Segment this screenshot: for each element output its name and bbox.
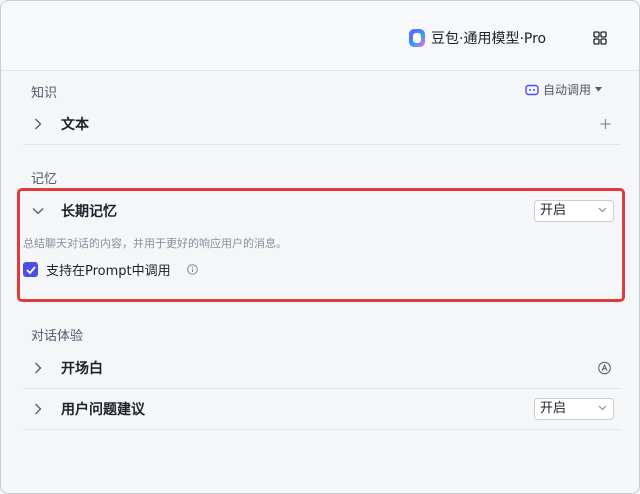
plus-icon[interactable] [600, 119, 611, 130]
long-term-memory-row[interactable]: 长期记忆 [23, 191, 621, 231]
divider [23, 144, 621, 145]
chevron-down-icon [598, 405, 607, 411]
app-frame: 豆包·通用模型·Pro 知识 自动调用 文本 记忆 长期记忆 开启 总结聊天对话… [0, 0, 640, 494]
chevron-down-icon [31, 204, 45, 218]
opening-remarks-row[interactable]: 开场白 [23, 348, 621, 388]
doubao-logo-icon [409, 29, 425, 47]
question-suggestions-label: 用户问题建议 [61, 402, 145, 418]
prompt-invoke-label: 支持在Prompt中调用 [46, 264, 171, 279]
select-value: 开启 [540, 203, 567, 218]
robot-icon [525, 84, 539, 95]
top-bar: 豆包·通用模型·Pro [1, 1, 639, 71]
long-term-memory-description: 总结聊天对话的内容，并用于更好的响应用户的消息。 [23, 237, 287, 250]
model-selector[interactable]: 豆包·通用模型·Pro [409, 28, 546, 48]
chevron-right-icon [31, 117, 45, 131]
info-icon[interactable] [186, 264, 198, 275]
auto-call-label: 自动调用 [543, 83, 592, 97]
section-title-knowledge: 知识 [31, 86, 58, 101]
auto-call-dropdown[interactable]: 自动调用 [525, 81, 603, 98]
caret-down-icon [595, 87, 603, 92]
chevron-right-icon [31, 361, 45, 375]
check-icon [25, 265, 36, 274]
prompt-invoke-checkbox[interactable] [23, 262, 38, 277]
prompt-invoke-option: 支持在Prompt中调用 [23, 260, 198, 279]
chevron-right-icon [31, 402, 45, 416]
settings-panel: 知识 自动调用 文本 记忆 长期记忆 开启 总结聊天对话的内容，并用于更好的响应… [1, 72, 639, 493]
apps-grid-icon[interactable] [593, 31, 607, 45]
section-title-experience: 对话体验 [31, 329, 84, 344]
question-suggestions-row[interactable]: 用户问题建议 [23, 389, 621, 429]
opening-remarks-label: 开场白 [61, 361, 103, 377]
model-name: 豆包·通用模型·Pro [431, 31, 547, 47]
auto-a-icon[interactable] [598, 361, 611, 375]
select-value: 开启 [540, 401, 567, 416]
knowledge-item-text[interactable]: 文本 [23, 104, 621, 144]
section-title-memory: 记忆 [31, 172, 58, 187]
knowledge-item-label: 文本 [61, 117, 89, 133]
long-term-memory-select[interactable]: 开启 [534, 200, 614, 222]
chevron-down-icon [598, 207, 607, 213]
divider [23, 429, 621, 430]
question-suggestions-select[interactable]: 开启 [534, 398, 614, 420]
long-term-memory-label: 长期记忆 [61, 204, 117, 220]
